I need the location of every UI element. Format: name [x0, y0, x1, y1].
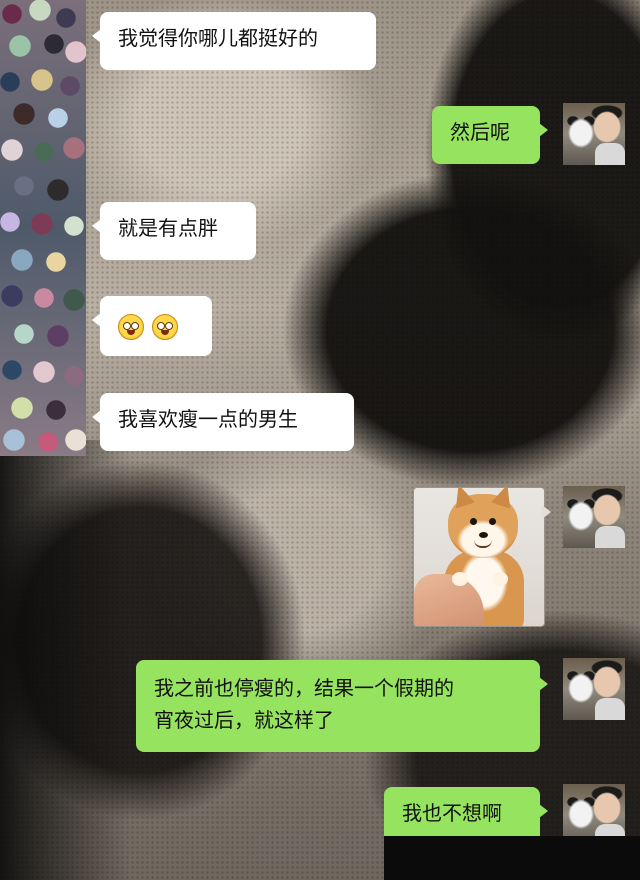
shiba-paw	[452, 572, 468, 586]
message-text: 我也不想啊	[402, 801, 502, 825]
image-message-shiba-dog[interactable]	[413, 487, 545, 627]
message-bubble-incoming[interactable]: 就是有点胖	[92, 202, 256, 260]
message-text: 就是有点胖	[118, 216, 218, 240]
shiba-head	[448, 488, 518, 558]
background-shadow	[0, 440, 130, 880]
message-text-line-1: 我之前也停瘦的，结果一个假期的	[154, 676, 454, 700]
shiba-paw	[492, 572, 508, 586]
own-avatar[interactable]	[563, 103, 625, 165]
message-bubble-incoming-emoji[interactable]	[92, 296, 212, 356]
own-avatar[interactable]	[563, 658, 625, 720]
message-text: 然后呢	[450, 120, 510, 144]
image-bubble-tail	[542, 505, 551, 519]
message-text: 我觉得你哪儿都挺好的	[118, 26, 318, 50]
message-text-line-2: 宵夜过后，就这样了	[154, 708, 334, 732]
message-text: 我喜欢瘦一点的男生	[118, 407, 298, 431]
contact-avatar-mosaic[interactable]	[0, 0, 86, 456]
message-bubble-incoming[interactable]: 我喜欢瘦一点的男生	[92, 393, 354, 451]
sweat-smile-emoji-icon	[118, 313, 144, 340]
sweat-smile-emoji-icon	[152, 313, 178, 340]
bottom-crop-mask	[384, 836, 640, 880]
message-bubble-outgoing[interactable]: 我之前也停瘦的，结果一个假期的 宵夜过后，就这样了	[136, 660, 548, 752]
own-avatar[interactable]	[563, 486, 625, 548]
message-bubble-outgoing[interactable]: 然后呢	[432, 106, 548, 164]
message-bubble-incoming[interactable]: 我觉得你哪儿都挺好的	[92, 12, 376, 70]
